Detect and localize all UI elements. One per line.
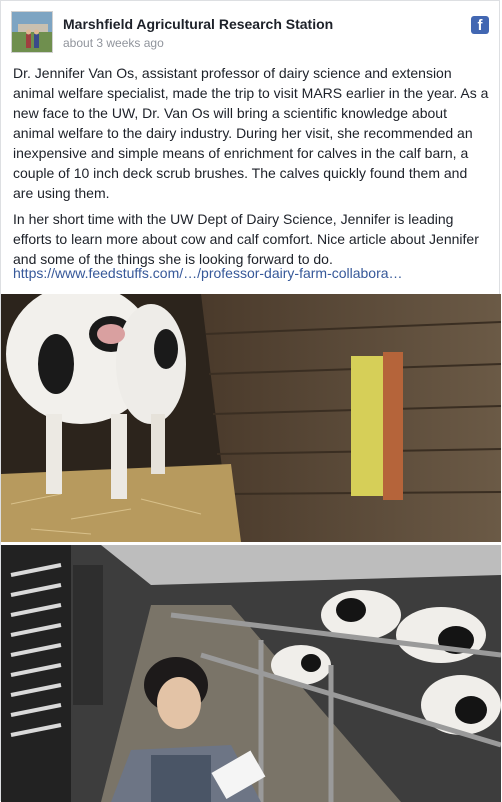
page-name-link[interactable]: Marshfield Agricultural Research Station — [63, 16, 333, 32]
post-photo-calves-brush[interactable] — [1, 294, 501, 542]
facebook-post-card: Marshfield Agricultural Research Station… — [0, 0, 501, 802]
post-body: Dr. Jennifer Van Os, assistant professor… — [13, 63, 489, 275]
post-paragraph-1: Dr. Jennifer Van Os, assistant professor… — [13, 65, 489, 201]
post-paragraph-2: In her short time with the UW Dept of Da… — [13, 211, 479, 267]
page-avatar[interactable] — [11, 11, 53, 53]
post-header: Marshfield Agricultural Research Station… — [11, 11, 491, 55]
post-photo-barn-researcher[interactable] — [1, 545, 501, 802]
post-timestamp[interactable]: about 3 weeks ago — [63, 36, 164, 50]
article-link[interactable]: https://www.feedstuffs.com/…/professor-d… — [13, 265, 489, 281]
facebook-icon[interactable]: f — [471, 16, 489, 34]
